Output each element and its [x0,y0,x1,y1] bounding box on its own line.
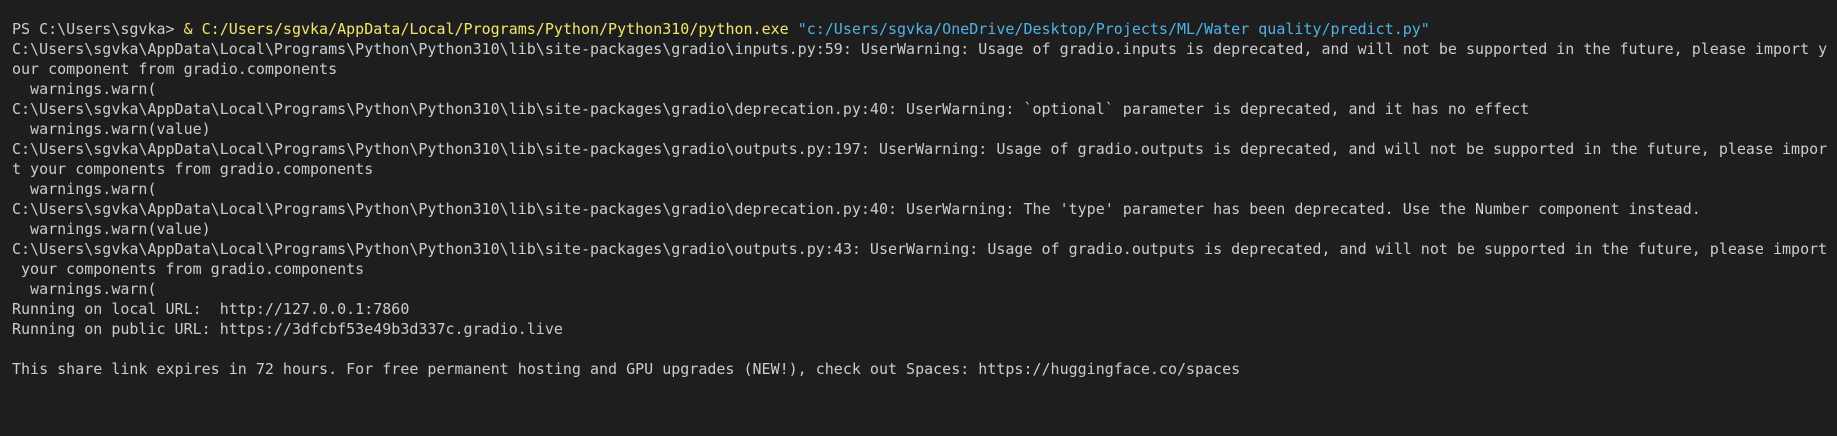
output-line: warnings.warn(value) [12,220,211,238]
script-argument: "c:/Users/sgvka/OneDrive/Desktop/Project… [797,20,1430,38]
output-line: warnings.warn(value) [12,120,211,138]
output-line: C:\Users\sgvka\AppData\Local\Programs\Py… [12,40,1828,58]
command-line: PS C:\Users\sgvka> & C:/Users/sgvka/AppD… [12,19,1825,39]
output-line: C:\Users\sgvka\AppData\Local\Programs\Py… [12,240,1828,258]
output-line: t your components from gradio.components [12,160,374,178]
prompt: PS C:\Users\sgvka> [12,20,184,38]
output-line: warnings.warn( [12,80,157,98]
terminal-panel[interactable]: PS C:\Users\sgvka> & C:/Users/sgvka/AppD… [0,0,1837,436]
output-line: warnings.warn( [12,180,157,198]
output-line: C:\Users\sgvka\AppData\Local\Programs\Py… [12,100,1530,118]
output-line: our component from gradio.components [12,60,338,78]
call-operator: & [183,20,193,38]
public-url-line: Running on public URL: https://3dfcbf53e… [12,320,563,338]
output-line: warnings.warn( [12,280,157,298]
share-link-notice: This share link expires in 72 hours. For… [12,360,1241,378]
executable-path: C:/Users/sgvka/AppData/Local/Programs/Py… [201,20,789,38]
local-url-line: Running on local URL: http://127.0.0.1:7… [12,300,410,318]
output-line: C:\Users\sgvka\AppData\Local\Programs\Py… [12,200,1701,218]
output-line: C:\Users\sgvka\AppData\Local\Programs\Py… [12,140,1828,158]
output-line: your components from gradio.components [12,260,365,278]
